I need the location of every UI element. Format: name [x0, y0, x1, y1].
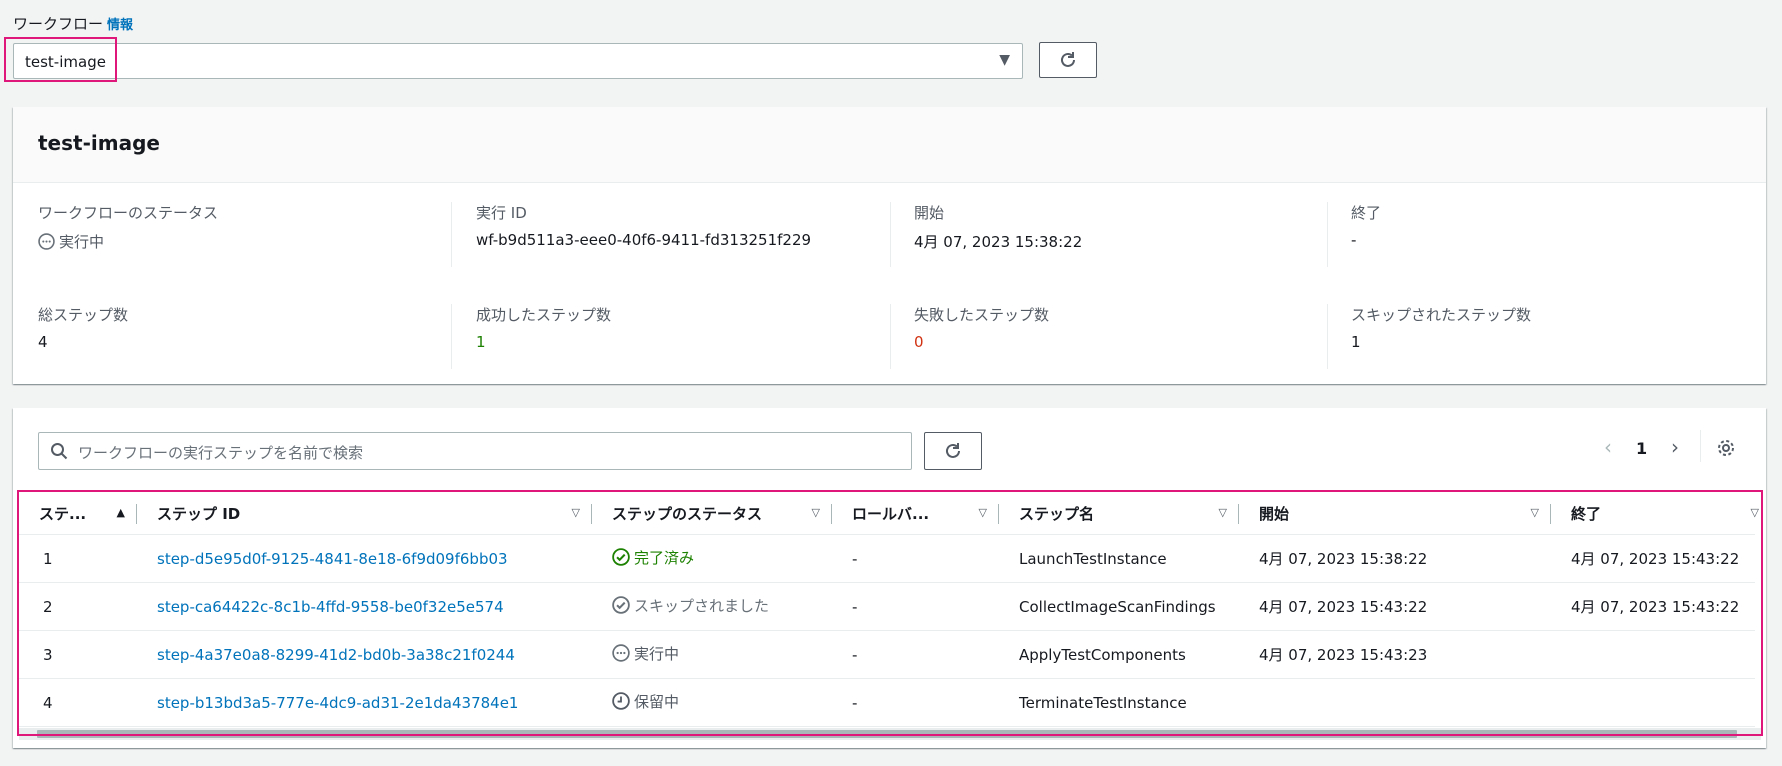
- divider: [1327, 304, 1328, 369]
- divider: [1327, 202, 1328, 267]
- divider: [890, 202, 891, 267]
- field-workflow-status: ワークフローのステータス 実行中: [38, 202, 438, 252]
- field-skipped-steps: スキップされたステップ数 1: [1351, 304, 1751, 351]
- step-search-input[interactable]: ワークフローの実行ステップを名前で検索: [38, 432, 912, 470]
- field-succeeded-steps: 成功したステップ数 1: [476, 304, 876, 351]
- workflow-status-text: 実行中: [59, 233, 105, 251]
- field-value: wf-b9d511a3-eee0-40f6-9411-fd313251f229: [476, 231, 812, 249]
- highlight-box-table: [17, 490, 1763, 736]
- highlight-box-workflow: [4, 37, 117, 82]
- divider: [1700, 430, 1701, 462]
- field-label: 失敗したステップ数: [914, 306, 1050, 324]
- previous-page-icon[interactable]: ‹: [1604, 435, 1612, 459]
- workflow-refresh-button[interactable]: [1039, 42, 1097, 78]
- next-page-icon[interactable]: ›: [1671, 435, 1679, 459]
- workflow-summary-panel: test-image ワークフローのステータス 実行中 実行 ID wf-b9d…: [13, 107, 1766, 384]
- in-progress-icon: [38, 233, 55, 250]
- refresh-icon: [1061, 52, 1075, 67]
- field-label: 開始: [914, 204, 945, 222]
- gear-icon[interactable]: [1716, 438, 1736, 458]
- field-value: 1: [1351, 333, 1361, 351]
- search-icon: [51, 443, 68, 460]
- field-value: 実行中: [38, 231, 438, 252]
- field-value: -: [1351, 231, 1357, 249]
- summary-header: test-image: [13, 107, 1766, 183]
- field-value: 1: [476, 333, 486, 351]
- field-value: 4: [38, 333, 48, 351]
- field-label: 実行 ID: [476, 204, 527, 222]
- steps-panel: ワークフローの実行ステップを名前で検索 ‹ 1 › ステ... ▲ ステップ ID…: [13, 408, 1766, 748]
- caret-down-icon: ▼: [999, 52, 1010, 68]
- summary-title: test-image: [38, 131, 160, 155]
- field-value: 0: [914, 333, 924, 351]
- field-label: 終了: [1351, 204, 1382, 222]
- field-label: ワークフローのステータス: [38, 204, 219, 222]
- workflow-label: ワークフロー 情報: [13, 13, 133, 34]
- field-value: 4月 07, 2023 15:38:22: [914, 233, 1083, 251]
- field-start: 開始 4月 07, 2023 15:38:22: [914, 202, 1314, 252]
- field-end: 終了 -: [1351, 202, 1751, 249]
- divider: [890, 304, 891, 369]
- field-total-steps: 総ステップ数 4: [38, 304, 438, 351]
- divider: [451, 202, 452, 267]
- workflow-label-text: ワークフロー: [13, 15, 104, 33]
- divider: [451, 304, 452, 369]
- refresh-icon: [946, 443, 960, 458]
- steps-refresh-button[interactable]: [924, 432, 982, 470]
- field-label: 総ステップ数: [38, 306, 129, 324]
- search-placeholder: ワークフローの実行ステップを名前で検索: [78, 444, 364, 462]
- page-number[interactable]: 1: [1636, 439, 1647, 458]
- field-label: スキップされたステップ数: [1351, 306, 1532, 324]
- info-link[interactable]: 情報: [107, 18, 133, 33]
- field-failed-steps: 失敗したステップ数 0: [914, 304, 1314, 351]
- field-label: 成功したステップ数: [476, 306, 612, 324]
- field-execution-id: 実行 ID wf-b9d511a3-eee0-40f6-9411-fd31325…: [476, 202, 876, 249]
- workflow-select[interactable]: test-image ▼: [13, 43, 1023, 79]
